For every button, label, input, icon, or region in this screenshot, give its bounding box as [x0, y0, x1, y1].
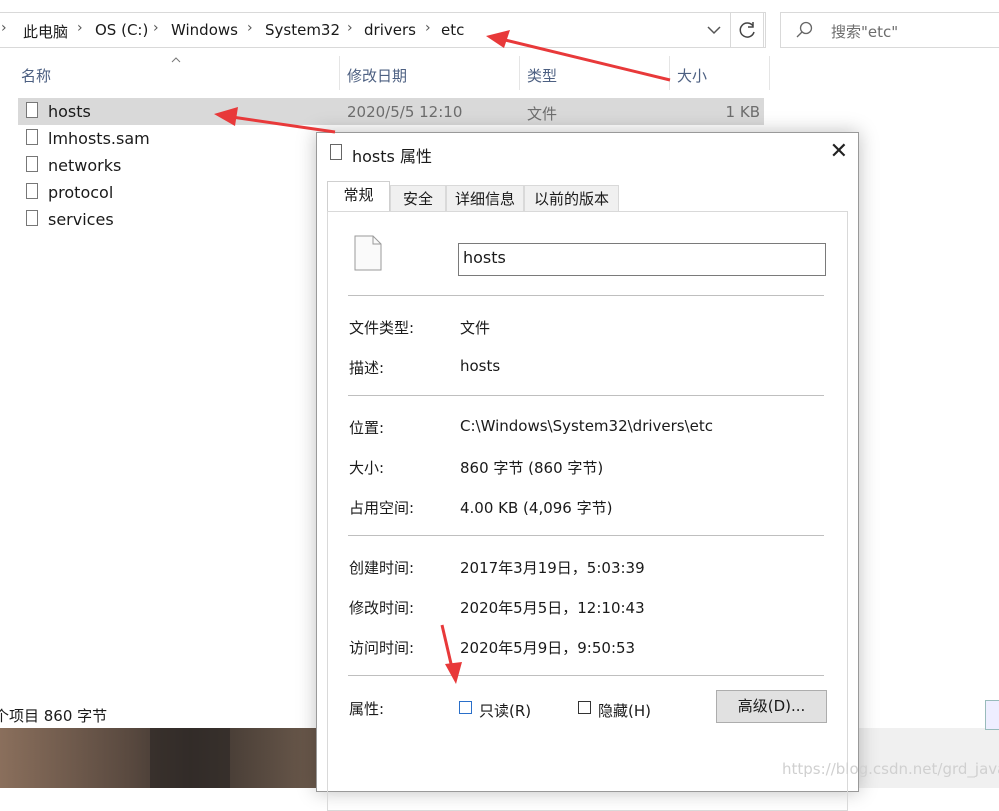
search-icon — [796, 21, 813, 38]
crumb-this-pc[interactable]: 此电脑 — [23, 21, 68, 42]
location-value: C:\Windows\System32\drivers\etc — [460, 417, 714, 435]
file-name: hosts — [48, 102, 91, 121]
created-value: 2017年3月19日，5:03:39 — [460, 559, 645, 577]
crumb-drivers[interactable]: drivers — [364, 21, 416, 39]
file-icon — [26, 156, 38, 172]
file-icon — [26, 183, 38, 199]
chevron-right-icon[interactable]: › — [153, 20, 159, 36]
column-date[interactable]: 修改日期 — [347, 65, 407, 86]
file-icon — [26, 210, 38, 226]
file-icon — [330, 144, 342, 160]
modified-value: 2020年5月5日，12:10:43 — [460, 599, 645, 617]
type-value: 文件 — [460, 319, 491, 337]
description-label: 描述: — [349, 359, 385, 377]
chevron-right-icon[interactable]: › — [77, 20, 83, 36]
divider — [348, 675, 824, 676]
tab-security[interactable]: 安全 — [390, 185, 446, 211]
file-type: 文件 — [527, 105, 558, 123]
sort-up-icon — [171, 57, 181, 63]
tab-details[interactable]: 详细信息 — [446, 185, 524, 211]
search-box[interactable]: 搜索"etc" — [780, 12, 999, 48]
divider — [348, 295, 824, 296]
advanced-button[interactable]: 高级(D)... — [716, 690, 827, 723]
crumb-etc[interactable]: etc — [441, 21, 464, 39]
readonly-checkbox[interactable] — [459, 701, 472, 714]
column-divider[interactable] — [519, 56, 520, 90]
background-panel — [858, 728, 999, 788]
chevron-right-icon[interactable]: › — [347, 20, 353, 36]
disk-size-label: 占用空间: — [349, 499, 415, 517]
modified-label: 修改时间: — [349, 599, 415, 617]
address-dropdown-button[interactable] — [700, 12, 728, 48]
close-button[interactable]: ✕ — [830, 139, 848, 164]
crumb-system32[interactable]: System32 — [265, 21, 340, 39]
chevron-right-icon[interactable]: › — [425, 20, 431, 36]
crumb-windows[interactable]: Windows — [171, 21, 238, 39]
hidden-checkbox[interactable] — [578, 701, 591, 714]
file-icon — [354, 235, 382, 271]
size-label: 大小: — [349, 459, 385, 477]
dialog-title: hosts 属性 — [352, 147, 432, 166]
created-label: 创建时间: — [349, 559, 415, 577]
location-label: 位置: — [349, 419, 385, 437]
file-name-input[interactable]: hosts — [458, 243, 826, 276]
file-name: services — [48, 210, 114, 229]
file-date: 2020/5/5 12:10 — [347, 103, 463, 121]
disk-size-value: 4.00 KB (4,096 字节) — [460, 499, 613, 517]
divider — [348, 395, 824, 396]
attributes-label: 属性: — [349, 700, 385, 718]
status-bar-text: 个项目 860 字节 — [0, 707, 108, 725]
address-bar[interactable]: › 此电脑 › OS (C:) › Windows › System32 › d… — [0, 12, 764, 48]
file-name: protocol — [48, 183, 114, 202]
accessed-label: 访问时间: — [349, 639, 415, 657]
search-placeholder: 搜索"etc" — [831, 23, 899, 41]
watermark: https://blog.csdn.net/grd_java — [782, 760, 999, 778]
accessed-value: 2020年5月9日，9:50:53 — [460, 639, 636, 657]
tab-previous-versions[interactable]: 以前的版本 — [524, 185, 619, 211]
chevron-right-icon[interactable]: › — [247, 20, 253, 36]
chevron-down-icon — [707, 26, 721, 35]
file-name: lmhosts.sam — [48, 129, 150, 148]
file-name: networks — [48, 156, 122, 175]
readonly-label[interactable]: 只读(R) — [479, 700, 531, 721]
crumb-os-c[interactable]: OS (C:) — [95, 21, 148, 39]
column-divider[interactable] — [769, 56, 770, 90]
background-image — [0, 728, 318, 788]
column-divider[interactable] — [669, 56, 670, 90]
properties-dialog: hosts 属性 ✕ 常规 安全 详细信息 以前的版本 hosts 文件类型: … — [316, 132, 859, 811]
divider — [348, 535, 824, 536]
column-divider[interactable] — [339, 56, 340, 90]
column-size[interactable]: 大小 — [677, 65, 707, 86]
refresh-icon — [739, 22, 755, 38]
file-icon — [26, 129, 38, 145]
column-type[interactable]: 类型 — [527, 65, 557, 86]
hidden-label[interactable]: 隐藏(H) — [598, 700, 651, 721]
file-row-hosts[interactable]: hosts 2020/5/5 12:10 文件 1 KB — [18, 98, 764, 125]
description-value: hosts — [460, 357, 501, 375]
size-value: 860 字节 (860 字节) — [460, 459, 604, 477]
type-label: 文件类型: — [349, 319, 415, 337]
scroll-handle[interactable] — [985, 700, 999, 730]
tab-general[interactable]: 常规 — [327, 181, 390, 212]
refresh-button[interactable] — [730, 12, 766, 48]
file-size: 1 KB — [725, 103, 760, 121]
file-icon — [26, 102, 38, 118]
chevron-right-icon: › — [1, 20, 7, 36]
column-name[interactable]: 名称 — [21, 65, 51, 86]
